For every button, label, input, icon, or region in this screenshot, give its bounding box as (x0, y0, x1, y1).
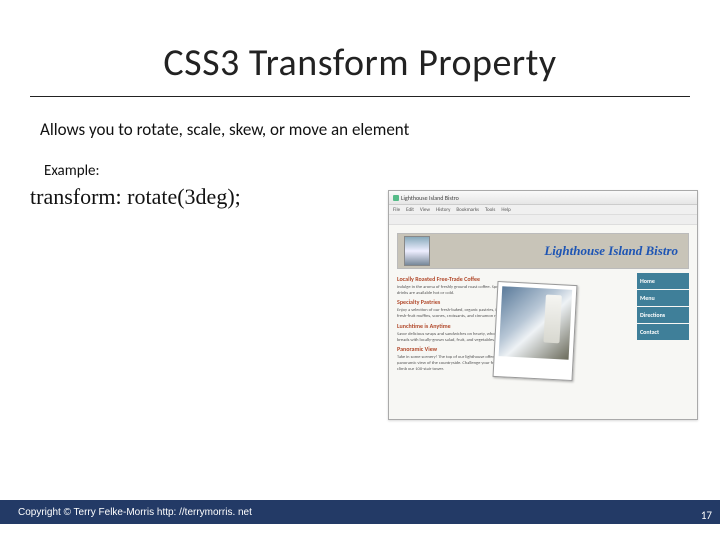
favicon-icon (393, 195, 399, 201)
lighthouse-banner-image (404, 236, 430, 266)
menu-item: Bookmarks (456, 207, 479, 213)
nav-link: Home (637, 273, 689, 289)
site-nav: Home Menu Directions Contact (637, 273, 689, 413)
lighthouse-photo (499, 286, 573, 360)
site-banner: Lighthouse Island Bistro (397, 233, 689, 269)
window-title: Lighthouse Island Bistro (401, 194, 459, 202)
menu-item: History (436, 207, 450, 213)
nav-link: Contact (637, 324, 689, 340)
menu-item: View (420, 207, 430, 213)
nav-link: Menu (637, 290, 689, 306)
site-heading: Lighthouse Island Bistro (430, 243, 682, 259)
description-text: Allows you to rotate, scale, skew, or mo… (0, 97, 720, 140)
address-bar (389, 215, 697, 225)
window-titlebar: Lighthouse Island Bistro (389, 191, 697, 205)
bottom-whitespace (0, 524, 720, 540)
page-columns: Locally Roasted Free-Trade Coffee Indulg… (397, 273, 689, 413)
main-content: Locally Roasted Free-Trade Coffee Indulg… (397, 273, 633, 413)
example-screenshot: Lighthouse Island Bistro File Edit View … (388, 190, 698, 420)
menu-item: File (393, 207, 400, 213)
slide: CSS3 Transform Property Allows you to ro… (0, 0, 720, 540)
browser-menubar: File Edit View History Bookmarks Tools H… (389, 205, 697, 215)
nav-link: Directions (637, 307, 689, 323)
menu-item: Tools (485, 207, 495, 213)
page-number: 17 (699, 509, 714, 522)
copyright-text: Copyright © Terry Felke-Morris http: //t… (18, 507, 252, 518)
example-label: Example: (0, 140, 720, 180)
menu-item: Help (501, 207, 510, 213)
rendered-page: Lighthouse Island Bistro Locally Roasted… (389, 225, 697, 419)
menu-item: Edit (406, 207, 414, 213)
rotated-polaroid (493, 281, 578, 381)
page-title: CSS3 Transform Property (0, 0, 720, 92)
footer-bar: Copyright © Terry Felke-Morris http: //t… (0, 500, 720, 524)
